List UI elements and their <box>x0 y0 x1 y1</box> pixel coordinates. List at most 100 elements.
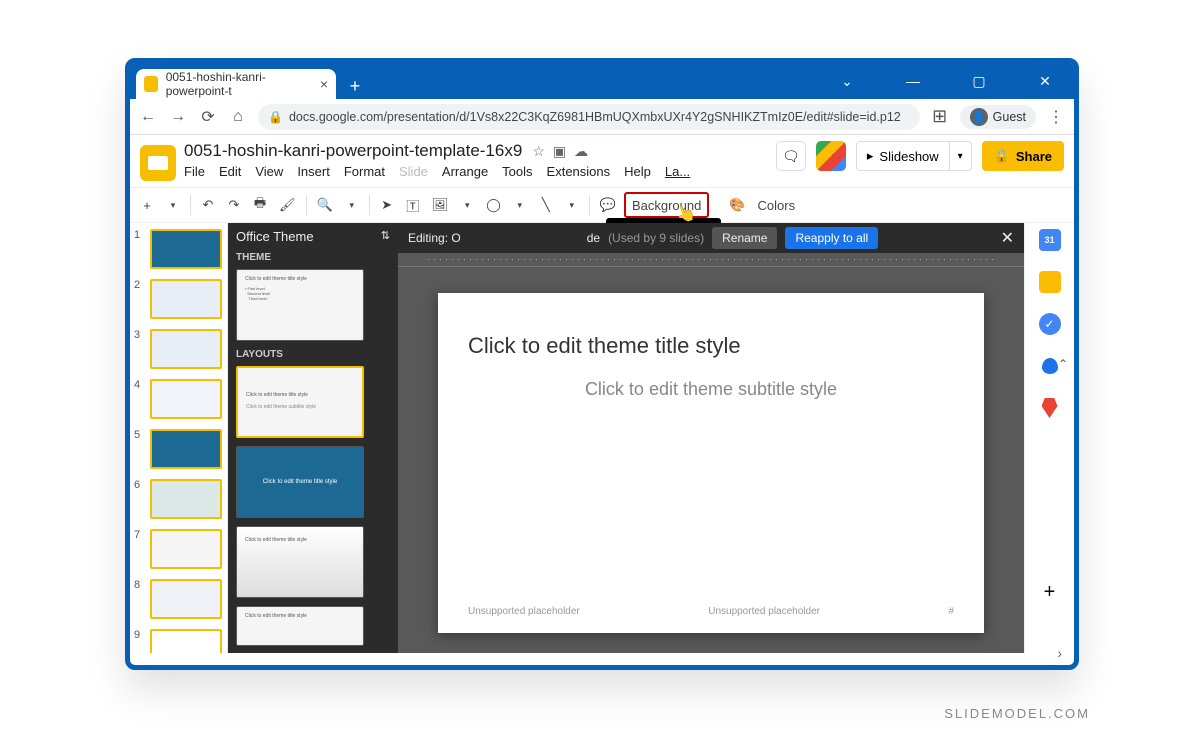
comment-tool-icon[interactable]: 💬 <box>596 192 620 218</box>
reload-icon[interactable]: ⟳ <box>198 107 218 127</box>
layout-thumb[interactable]: Click to edit theme title style Click to… <box>236 366 364 438</box>
shape-tool-icon[interactable]: ◯ <box>482 192 505 218</box>
menu-arrange[interactable]: Arrange <box>442 164 488 179</box>
slide-title-placeholder[interactable]: Click to edit theme title style <box>468 333 954 359</box>
forward-icon[interactable]: → <box>168 107 188 127</box>
layouts-section-label: LAYOUTS <box>236 349 390 360</box>
star-icon[interactable]: ☆ <box>532 143 545 160</box>
layout-thumb[interactable]: Click to edit theme title style <box>236 446 364 518</box>
slide-subtitle-placeholder[interactable]: Click to edit theme subtitle style <box>468 379 954 400</box>
theme-colors-button[interactable]: Colors <box>754 192 800 218</box>
menu-extensions[interactable]: Extensions <box>547 164 611 179</box>
lock-icon: 🔒 <box>268 110 283 124</box>
slide-thumbnail[interactable] <box>150 429 222 469</box>
image-dropdown-icon[interactable]: ▾ <box>456 192 478 218</box>
lock-icon: 🔒 <box>994 148 1010 164</box>
undo-icon[interactable]: ↶ <box>197 192 219 218</box>
zoom-icon[interactable]: 🔍 <box>313 192 337 218</box>
menu-slide[interactable]: Slide <box>399 164 428 179</box>
layout-thumb[interactable]: Click to edit theme title style <box>236 606 364 646</box>
menu-la[interactable]: La... <box>665 164 690 179</box>
profile-button[interactable]: 👤 Guest <box>960 105 1036 129</box>
slide-thumbnail[interactable] <box>150 379 222 419</box>
close-editor-icon[interactable]: ✕ <box>1001 228 1014 248</box>
menu-insert[interactable]: Insert <box>297 164 330 179</box>
new-slide-button[interactable]: + <box>136 192 158 218</box>
document-title[interactable]: 0051-hoshin-kanri-powerpoint-template-16… <box>184 141 522 161</box>
reapply-button[interactable]: Reapply to all <box>785 227 878 249</box>
menu-view[interactable]: View <box>255 164 283 179</box>
home-icon[interactable]: ⌂ <box>228 107 248 127</box>
tasks-icon[interactable]: ✓ <box>1039 313 1061 335</box>
paint-format-icon[interactable]: 🖌 <box>275 192 300 218</box>
slideshow-button[interactable]: ▸Slideshow ▾ <box>856 141 972 171</box>
hide-sidepanel-icon[interactable]: › <box>1057 645 1062 661</box>
thumb-number: 3 <box>134 329 144 341</box>
theme-sort-icon[interactable]: ⇅ <box>381 229 390 244</box>
new-slide-dropdown-icon[interactable]: ▾ <box>162 192 184 218</box>
select-tool-icon[interactable]: ➤ <box>376 192 398 218</box>
background-button[interactable]: Background 👆 Change background <box>624 192 709 218</box>
window-close-icon[interactable]: ✕ <box>1024 66 1066 96</box>
menu-file[interactable]: File <box>184 164 205 179</box>
address-bar[interactable]: 🔒 docs.google.com/presentation/d/1Vs8x22… <box>258 104 920 130</box>
thumb-number: 8 <box>134 579 144 591</box>
slides-logo-icon[interactable] <box>140 145 176 181</box>
keep-icon[interactable] <box>1039 271 1061 293</box>
back-icon[interactable]: ← <box>138 107 158 127</box>
thumb-number: 7 <box>134 529 144 541</box>
placeholder-number: # <box>948 606 954 617</box>
shape-dropdown-icon[interactable]: ▾ <box>509 192 531 218</box>
menu-format[interactable]: Format <box>344 164 385 179</box>
slide-thumbnail[interactable] <box>150 479 222 519</box>
redo-icon[interactable]: ↷ <box>223 192 245 218</box>
menu-help[interactable]: Help <box>624 164 651 179</box>
overflow-menu-icon[interactable]: ⋮ <box>1046 107 1066 127</box>
watermark: SLIDEMODEL.COM <box>944 706 1090 721</box>
add-addon-icon[interactable]: + <box>1039 581 1061 603</box>
url-text: docs.google.com/presentation/d/1Vs8x22C3… <box>289 110 901 124</box>
print-icon[interactable]: 🖶 <box>249 192 271 218</box>
canvas-area: Editing: O de (Used by 9 slides) Rename … <box>398 223 1024 653</box>
window-maximize-icon[interactable]: ▢ <box>958 66 1000 96</box>
thumb-number: 4 <box>134 379 144 391</box>
slide-thumbnail[interactable] <box>150 229 222 269</box>
theme-colors-icon[interactable]: 🎨 <box>725 192 749 218</box>
theme-master-thumb[interactable]: Click to edit theme title style • First … <box>236 269 364 341</box>
layout-thumb[interactable]: Click to edit theme title style <box>236 526 364 598</box>
line-tool-icon[interactable]: ╲ <box>535 192 557 218</box>
menu-bar: File Edit View Insert Format Slide Arrange Tool… <box>184 164 768 179</box>
slides-favicon-icon <box>144 76 158 92</box>
slide-canvas[interactable]: Click to edit theme title style Click to… <box>438 293 984 633</box>
thumb-number: 9 <box>134 629 144 641</box>
cloud-status-icon[interactable]: ☁ <box>574 143 588 160</box>
move-icon[interactable]: ▣ <box>553 143 566 160</box>
placeholder-left: Unsupported placeholder <box>468 606 580 617</box>
slide-thumbnail[interactable] <box>150 529 222 569</box>
browser-tab[interactable]: 0051-hoshin-kanri-powerpoint-t × <box>136 69 336 99</box>
slide-thumbnail[interactable] <box>150 579 222 619</box>
collapse-toolbar-icon[interactable]: ⌃ <box>1058 357 1068 371</box>
rename-button[interactable]: Rename <box>712 227 777 249</box>
tab-close-icon[interactable]: × <box>320 76 328 92</box>
side-panel-rail: 31 ✓ + <box>1024 223 1074 653</box>
meet-button[interactable] <box>816 141 846 171</box>
image-tool-icon[interactable]: 🖼 <box>428 192 453 218</box>
slide-thumbnail-rail[interactable]: 123456789 <box>130 223 228 653</box>
slideshow-dropdown-icon[interactable]: ▾ <box>949 142 971 170</box>
tab-title: 0051-hoshin-kanri-powerpoint-t <box>166 70 308 98</box>
comments-button[interactable]: 🗨 <box>776 141 806 171</box>
textbox-tool-icon[interactable]: 🅃 <box>402 192 424 218</box>
slide-thumbnail[interactable] <box>150 279 222 319</box>
line-dropdown-icon[interactable]: ▾ <box>561 192 583 218</box>
calendar-icon[interactable]: 31 <box>1039 229 1061 251</box>
slide-thumbnail[interactable] <box>150 629 222 653</box>
share-button[interactable]: 🔒 Share <box>982 141 1064 171</box>
maps-icon[interactable] <box>1039 397 1061 419</box>
slide-thumbnail[interactable] <box>150 329 222 369</box>
menu-tools[interactable]: Tools <box>502 164 532 179</box>
new-tab-button[interactable]: + <box>342 73 368 99</box>
share-label: Share <box>1016 149 1052 164</box>
zoom-dropdown-icon[interactable]: ▾ <box>341 192 363 218</box>
menu-edit[interactable]: Edit <box>219 164 241 179</box>
